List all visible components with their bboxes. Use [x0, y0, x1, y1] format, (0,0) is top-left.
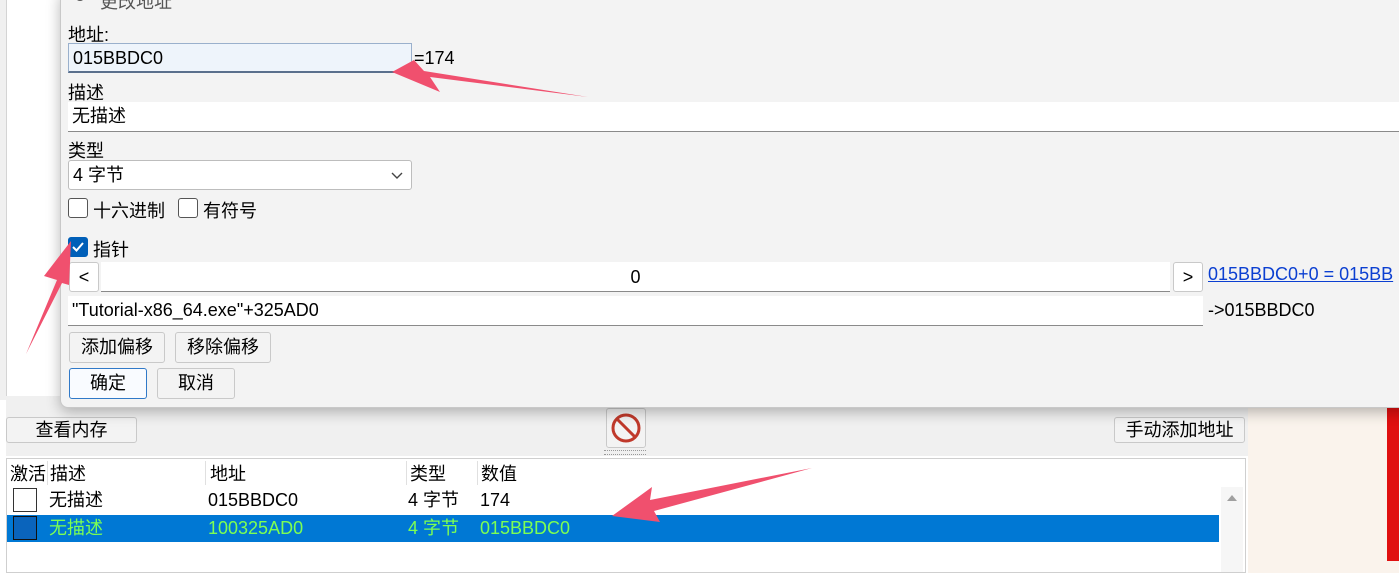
row-type: 4 字节 [408, 490, 460, 510]
row-address: 100325AD0 [208, 518, 304, 538]
vertical-scrollbar[interactable] [1221, 487, 1243, 572]
column-header-active[interactable]: 激活 [10, 461, 46, 487]
check-icon [72, 242, 84, 252]
no-entry-icon [611, 413, 641, 443]
offset-field[interactable]: 0 [101, 262, 1170, 292]
splitter-grip[interactable] [604, 450, 646, 455]
offset-next-button[interactable]: > [1173, 262, 1203, 292]
cancel-button[interactable]: 取消 [157, 368, 235, 399]
column-header-value[interactable]: 数值 [481, 461, 517, 487]
chevron-down-icon [391, 172, 403, 179]
column-header-description[interactable]: 描述 [50, 461, 86, 487]
signed-label: 有符号 [203, 201, 257, 221]
gear-icon [77, 0, 83, 1]
table-row[interactable]: 无描述 015BBDC0 4 字节 174 [7, 487, 1219, 514]
add-address-manually-button[interactable]: 手动添加地址 [1114, 417, 1245, 443]
ok-button[interactable]: 确定 [69, 368, 147, 399]
row-value: 015BBDC0 [480, 518, 571, 538]
row-value: 174 [480, 490, 511, 510]
offset-result-link[interactable]: 015BBDC0+0 = 015BB [1208, 264, 1393, 285]
address-list[interactable]: 激活 描述 地址 类型 数值 无描述 015BBDC0 4 字节 174 无描述… [6, 458, 1246, 573]
signed-checkbox[interactable] [178, 198, 198, 218]
row-description: 无描述 [49, 490, 103, 510]
add-offset-button[interactable]: 添加偏移 [69, 332, 165, 363]
hex-checkbox[interactable] [68, 198, 88, 218]
row-active-checkbox[interactable] [13, 488, 37, 512]
hex-label: 十六进制 [93, 201, 165, 221]
base-address-result: ->015BBDC0 [1208, 300, 1315, 320]
row-address: 015BBDC0 [208, 490, 299, 510]
column-header-address[interactable]: 地址 [210, 461, 246, 487]
offset-prev-button[interactable]: < [69, 262, 99, 292]
table-row[interactable]: 无描述 100325AD0 4 字节 015BBDC0 [7, 515, 1219, 542]
type-select-value: 4 字节 [73, 165, 125, 185]
row-description: 无描述 [49, 518, 103, 538]
description-field[interactable]: 无描述 [68, 102, 1399, 132]
clear-list-button[interactable] [606, 408, 646, 448]
dialog-title: 更改地址 [100, 0, 172, 12]
row-active-checkbox[interactable] [13, 516, 37, 540]
memory-view-button[interactable]: 查看内存 [6, 417, 137, 443]
row-type: 4 字节 [408, 518, 460, 538]
main-window-edge [0, 0, 7, 400]
pointer-checkbox[interactable] [68, 237, 88, 257]
remove-offset-button[interactable]: 移除偏移 [175, 332, 271, 363]
type-select[interactable]: 4 字节 [68, 160, 412, 190]
base-address-field[interactable]: "Tutorial-x86_64.exe"+325AD0 [68, 296, 1203, 326]
column-header-type[interactable]: 类型 [410, 461, 446, 487]
address-result: =174 [414, 48, 455, 68]
triangle-up-icon[interactable] [1221, 487, 1243, 509]
side-panel [1248, 406, 1399, 573]
red-bar [1387, 406, 1399, 561]
address-field[interactable]: 015BBDC0 [68, 43, 412, 73]
pointer-label: 指针 [93, 240, 129, 260]
